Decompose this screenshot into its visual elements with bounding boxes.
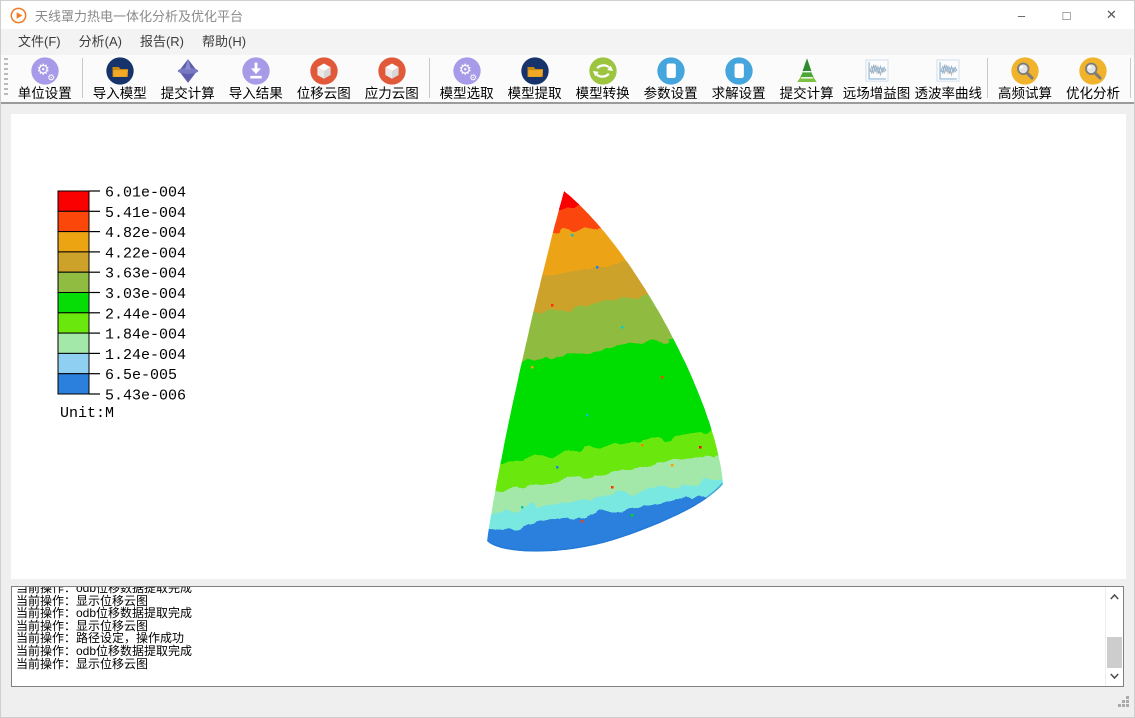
toolbar-button-label: 提交计算 [161, 86, 215, 101]
menu-item-3[interactable]: 帮助(H) [193, 29, 255, 55]
legend-tick-label: 6.01e-004 [105, 185, 186, 202]
toolbar-button-label: 参数设置 [644, 86, 698, 101]
scroll-down-icon[interactable] [1106, 669, 1122, 683]
svg-text:⚙: ⚙ [469, 74, 477, 84]
log-line: 当前操作：odb位移数据提取完成 [16, 586, 1123, 595]
toolbar-button[interactable]: 提交计算 [773, 55, 841, 102]
toolbar-button[interactable]: 模型转换 [569, 55, 637, 102]
displacement-contour-plot: 6.01e-004 5.41e-004 4.82e-004 4.22e-004 3.63… [11, 114, 1126, 579]
toolbar-button[interactable]: ⚙⚙单位设置 [11, 55, 79, 102]
gear-icon: ⚙⚙ [452, 56, 482, 86]
toolbar-button[interactable]: 优化分析 [1059, 55, 1127, 102]
close-icon[interactable]: ✕ [1089, 1, 1134, 29]
toolbar-button-label: 单位设置 [18, 86, 72, 101]
titlebar[interactable]: 天线罩力热电一体化分析及优化平台 – □ ✕ [1, 1, 1134, 29]
toolbar-drag-handle[interactable] [4, 58, 8, 98]
legend-tick-label: 5.43e-006 [105, 388, 186, 405]
toolbar-button[interactable]: 应力云图 [358, 55, 426, 102]
legend-tick-label: 4.22e-004 [105, 245, 186, 262]
doc-icon [724, 56, 754, 86]
toolbar-separator [987, 58, 988, 98]
window-controls: – □ ✕ [999, 1, 1134, 29]
model-viewport[interactable]: 6.01e-004 5.41e-004 4.82e-004 4.22e-004 3.63… [11, 114, 1126, 579]
scrollbar-thumb[interactable] [1107, 637, 1122, 668]
waveform-icon [933, 56, 963, 86]
window-title: 天线罩力热电一体化分析及优化平台 [35, 6, 243, 25]
toolbar-separator [1130, 58, 1131, 98]
toolbar: ⚙⚙单位设置导入模型提交计算导入结果位移云图应力云图⚙⚙模型选取模型提取模型转换… [1, 55, 1134, 104]
toolbar-button[interactable]: 参数设置 [637, 55, 705, 102]
magnifier-icon [1010, 56, 1040, 86]
app-window: 天线罩力热电一体化分析及优化平台 – □ ✕ 文件(F)分析(A)报告(R)帮助… [0, 0, 1135, 718]
legend-tick-label: 1.84e-004 [105, 327, 186, 344]
toolbar-button-label: 导入模型 [93, 86, 147, 101]
toolbar-button-label: 模型转换 [576, 86, 630, 101]
toolbar-button[interactable]: 高频试算 [991, 55, 1059, 102]
minimize-icon[interactable]: – [999, 1, 1044, 29]
toolbar-button-label: 模型提取 [508, 86, 562, 101]
gear-icon: ⚙⚙ [30, 56, 60, 86]
cube-icon [377, 56, 407, 86]
cube-icon [309, 56, 339, 86]
toolbar-button-label: 提交计算 [780, 86, 834, 101]
sync-icon [588, 56, 618, 86]
download-icon [241, 56, 271, 86]
toolbar-button[interactable]: 透波率曲线 [912, 55, 984, 102]
toolbar-button[interactable]: 提交计算 [154, 55, 222, 102]
contour-model [487, 191, 723, 552]
toolbar-button[interactable]: 导入结果 [222, 55, 290, 102]
log-scrollbar[interactable] [1105, 587, 1123, 686]
scroll-up-icon[interactable] [1106, 590, 1122, 604]
resize-grip-icon[interactable] [1117, 695, 1130, 713]
toolbar-button[interactable]: 求解设置 [705, 55, 773, 102]
svg-text:⚙: ⚙ [47, 74, 55, 84]
tree-icon [792, 56, 822, 86]
submit-diamond-icon [173, 56, 203, 86]
toolbar-button[interactable]: 远场增益图 [841, 55, 913, 102]
toolbar-button-label: 远场增益图 [843, 86, 911, 101]
log-line: 当前操作：显示位移云图 [16, 658, 1123, 671]
legend-tick-label: 4.82e-004 [105, 225, 186, 242]
legend-tick-label: 5.41e-004 [105, 205, 186, 222]
log-lines: 当前操作：odb位移数据提取完成当前操作：显示位移云图当前操作：odb位移数据提… [16, 586, 1123, 670]
app-play-icon [10, 7, 27, 24]
toolbar-button-label: 应力云图 [365, 86, 419, 101]
log-line: 当前操作：odb位移数据提取完成 [16, 645, 1123, 658]
menubar: 文件(F)分析(A)报告(R)帮助(H) [1, 29, 1134, 55]
toolbar-button[interactable]: 导入模型 [86, 55, 154, 102]
legend-tick-label: 2.44e-004 [105, 306, 186, 323]
toolbar-button-label: 优化分析 [1066, 86, 1120, 101]
toolbar-button-label: 求解设置 [712, 86, 766, 101]
menu-item-1[interactable]: 分析(A) [70, 29, 131, 55]
legend: 6.01e-004 5.41e-004 4.82e-004 4.22e-004 3.63… [58, 185, 186, 423]
toolbar-button-label: 导入结果 [229, 86, 283, 101]
toolbar-button-label: 透波率曲线 [914, 86, 982, 101]
toolbar-separator [82, 58, 83, 98]
legend-unit-label: Unit:M [60, 405, 114, 422]
operation-log[interactable]: 当前操作：odb位移数据提取完成当前操作：显示位移云图当前操作：odb位移数据提… [11, 586, 1124, 687]
toolbar-button[interactable]: ⚙⚙模型选取 [433, 55, 501, 102]
toolbar-button-label: 位移云图 [297, 86, 351, 101]
legend-tick-label: 1.24e-004 [105, 347, 186, 364]
legend-tick-label: 3.63e-004 [105, 266, 186, 283]
magnifier-icon [1078, 56, 1108, 86]
log-line: 当前操作：odb位移数据提取完成 [16, 607, 1123, 620]
folder-icon [105, 56, 135, 86]
toolbar-button[interactable]: 模型提取 [501, 55, 569, 102]
maximize-icon[interactable]: □ [1044, 1, 1089, 29]
waveform-icon [862, 56, 892, 86]
menu-item-2[interactable]: 报告(R) [131, 29, 193, 55]
doc-icon [656, 56, 686, 86]
legend-tick-label: 3.03e-004 [105, 286, 186, 303]
toolbar-button[interactable]: 位移云图 [290, 55, 358, 102]
legend-tick-label: 6.5e-005 [105, 367, 177, 384]
toolbar-button-label: 模型选取 [440, 86, 494, 101]
menu-item-0[interactable]: 文件(F) [9, 29, 70, 55]
toolbar-separator [429, 58, 430, 98]
toolbar-button-label: 高频试算 [998, 86, 1052, 101]
folder-icon [520, 56, 550, 86]
